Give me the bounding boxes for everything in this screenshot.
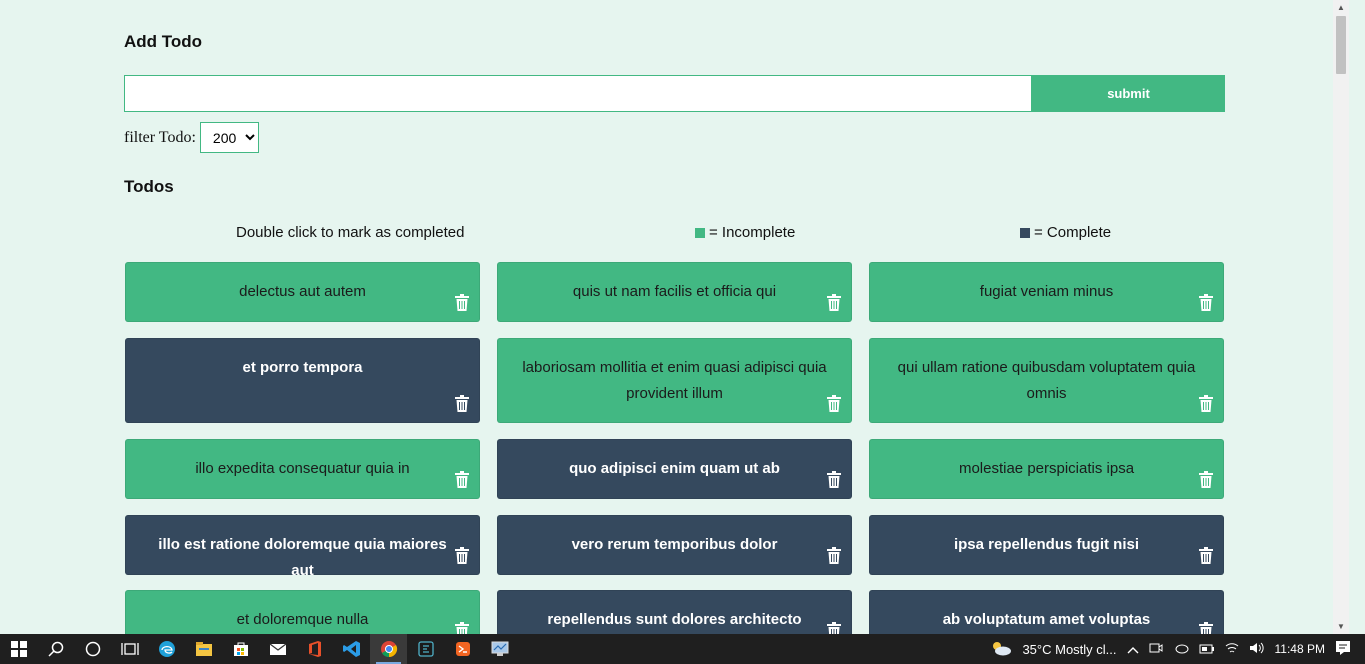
todo-card[interactable]: illo est ratione doloremque quia maiores…	[125, 515, 480, 579]
submit-button[interactable]: submit	[1032, 75, 1225, 112]
todo-title: repellendus sunt dolores architecto	[547, 611, 802, 628]
start-icon[interactable]	[0, 634, 37, 664]
filter-select[interactable]: 200	[199, 122, 259, 153]
chevron-up-icon[interactable]	[1127, 642, 1139, 657]
trash-icon[interactable]	[827, 547, 841, 564]
incomplete-swatch	[695, 227, 705, 238]
todo-title: fugiat veniam minus	[979, 283, 1114, 300]
onedrive-icon[interactable]	[1173, 642, 1189, 657]
scroll-down-icon[interactable]: ▼	[1337, 622, 1345, 631]
windows-taskbar: 35°C Mostly cl... 11:48 PM	[0, 634, 1365, 664]
search-icon[interactable]	[37, 634, 74, 664]
todo-card[interactable]: laboriosam mollitia et enim quasi adipis…	[497, 338, 852, 423]
trash-icon[interactable]	[455, 395, 469, 412]
legend: Double click to mark as completed = Inco…	[124, 224, 1225, 244]
edge-icon[interactable]	[148, 634, 185, 664]
weather-icon[interactable]	[990, 640, 1012, 659]
todo-card[interactable]: illo expedita consequatur quia in	[125, 439, 480, 499]
legend-incomplete: = Incomplete	[695, 224, 795, 241]
todo-input[interactable]	[124, 75, 1032, 112]
terminal-icon[interactable]	[407, 634, 444, 664]
scroll-up-icon[interactable]: ▲	[1337, 3, 1345, 12]
trash-icon[interactable]	[827, 622, 841, 634]
trash-icon[interactable]	[1199, 395, 1213, 412]
todo-title: quis ut nam facilis et officia qui	[572, 283, 777, 300]
todo-title: delectus aut autem	[239, 283, 366, 300]
page-scrollbar[interactable]: ▲ ▼	[1333, 0, 1349, 634]
todo-card[interactable]: delectus aut autem	[125, 262, 480, 322]
todo-card[interactable]: fugiat veniam minus	[869, 262, 1224, 322]
complete-swatch	[1020, 227, 1030, 238]
weather-text[interactable]: 35°C Mostly cl...	[1022, 642, 1116, 657]
trash-icon[interactable]	[827, 395, 841, 412]
filter-label: filter Todo:	[124, 128, 196, 146]
filter-row: filter Todo: 200	[124, 122, 259, 153]
todo-title: molestiae perspiciatis ipsa	[958, 460, 1135, 477]
todo-title: laboriosam mollitia et enim quasi adipis…	[522, 359, 827, 402]
trash-icon[interactable]	[1199, 622, 1213, 634]
app-icon[interactable]	[444, 634, 481, 664]
todo-title: ab voluptatum amet voluptas	[942, 611, 1151, 628]
mail-icon[interactable]	[259, 634, 296, 664]
chrome-icon[interactable]	[370, 634, 407, 664]
store-icon[interactable]	[222, 634, 259, 664]
monitor-icon[interactable]	[481, 634, 518, 664]
todo-title: et porro tempora	[242, 359, 363, 376]
todo-card[interactable]: vero rerum temporibus dolor	[497, 515, 852, 575]
wifi-icon[interactable]	[1225, 641, 1239, 658]
trash-icon[interactable]	[455, 547, 469, 564]
todo-card[interactable]: quo adipisci enim quam ut ab	[497, 439, 852, 499]
todo-title: quo adipisci enim quam ut ab	[569, 460, 780, 477]
legend-incomplete-label: = Incomplete	[709, 224, 796, 241]
todo-card[interactable]: ipsa repellendus fugit nisi	[869, 515, 1224, 575]
notification-icon[interactable]	[1335, 640, 1351, 659]
todo-title: illo est ratione doloremque quia maiores…	[158, 536, 447, 579]
todo-card[interactable]: repellendus sunt dolores architecto	[497, 590, 852, 634]
todo-title: et doloremque nulla	[236, 611, 369, 628]
legend-hint: Double click to mark as completed	[236, 224, 465, 241]
todo-title: vero rerum temporibus dolor	[571, 536, 778, 553]
todo-card[interactable]: et porro tempora	[125, 338, 480, 423]
clock[interactable]: 11:48 PM	[1275, 642, 1325, 656]
vscode-icon[interactable]	[333, 634, 370, 664]
battery-icon[interactable]	[1199, 642, 1215, 657]
legend-complete: = Complete	[1020, 224, 1111, 241]
trash-icon[interactable]	[455, 294, 469, 311]
trash-icon[interactable]	[827, 471, 841, 488]
todo-card[interactable]: qui ullam ratione quibusdam voluptatem q…	[869, 338, 1224, 423]
legend-complete-label: = Complete	[1034, 224, 1112, 241]
trash-icon[interactable]	[455, 471, 469, 488]
trash-icon[interactable]	[1199, 471, 1213, 488]
todo-card[interactable]: et doloremque nulla	[125, 590, 480, 634]
trash-icon[interactable]	[1199, 294, 1213, 311]
office-icon[interactable]	[296, 634, 333, 664]
meet-now-icon[interactable]	[1149, 641, 1163, 658]
todos-heading: Todos	[124, 177, 174, 196]
add-todo-heading: Add Todo	[124, 32, 203, 51]
scroll-thumb[interactable]	[1336, 16, 1346, 74]
todo-title: illo expedita consequatur quia in	[195, 460, 410, 477]
todo-title: qui ullam ratione quibusdam voluptatem q…	[897, 359, 1196, 402]
trash-icon[interactable]	[827, 294, 841, 311]
task-view-icon[interactable]	[111, 634, 148, 664]
todo-card[interactable]: ab voluptatum amet voluptas	[869, 590, 1224, 634]
volume-icon[interactable]	[1249, 641, 1265, 658]
todo-card[interactable]: molestiae perspiciatis ipsa	[869, 439, 1224, 499]
todo-card[interactable]: quis ut nam facilis et officia qui	[497, 262, 852, 322]
trash-icon[interactable]	[455, 622, 469, 634]
todo-title: ipsa repellendus fugit nisi	[953, 536, 1140, 553]
cortana-icon[interactable]	[74, 634, 111, 664]
browser-viewport: Add Todo submit filter Todo: 200 Todos D…	[0, 0, 1349, 634]
trash-icon[interactable]	[1199, 547, 1213, 564]
file-explorer-icon[interactable]	[185, 634, 222, 664]
system-tray: 35°C Mostly cl... 11:48 PM	[985, 634, 1365, 664]
add-todo-form: submit	[124, 75, 1225, 112]
